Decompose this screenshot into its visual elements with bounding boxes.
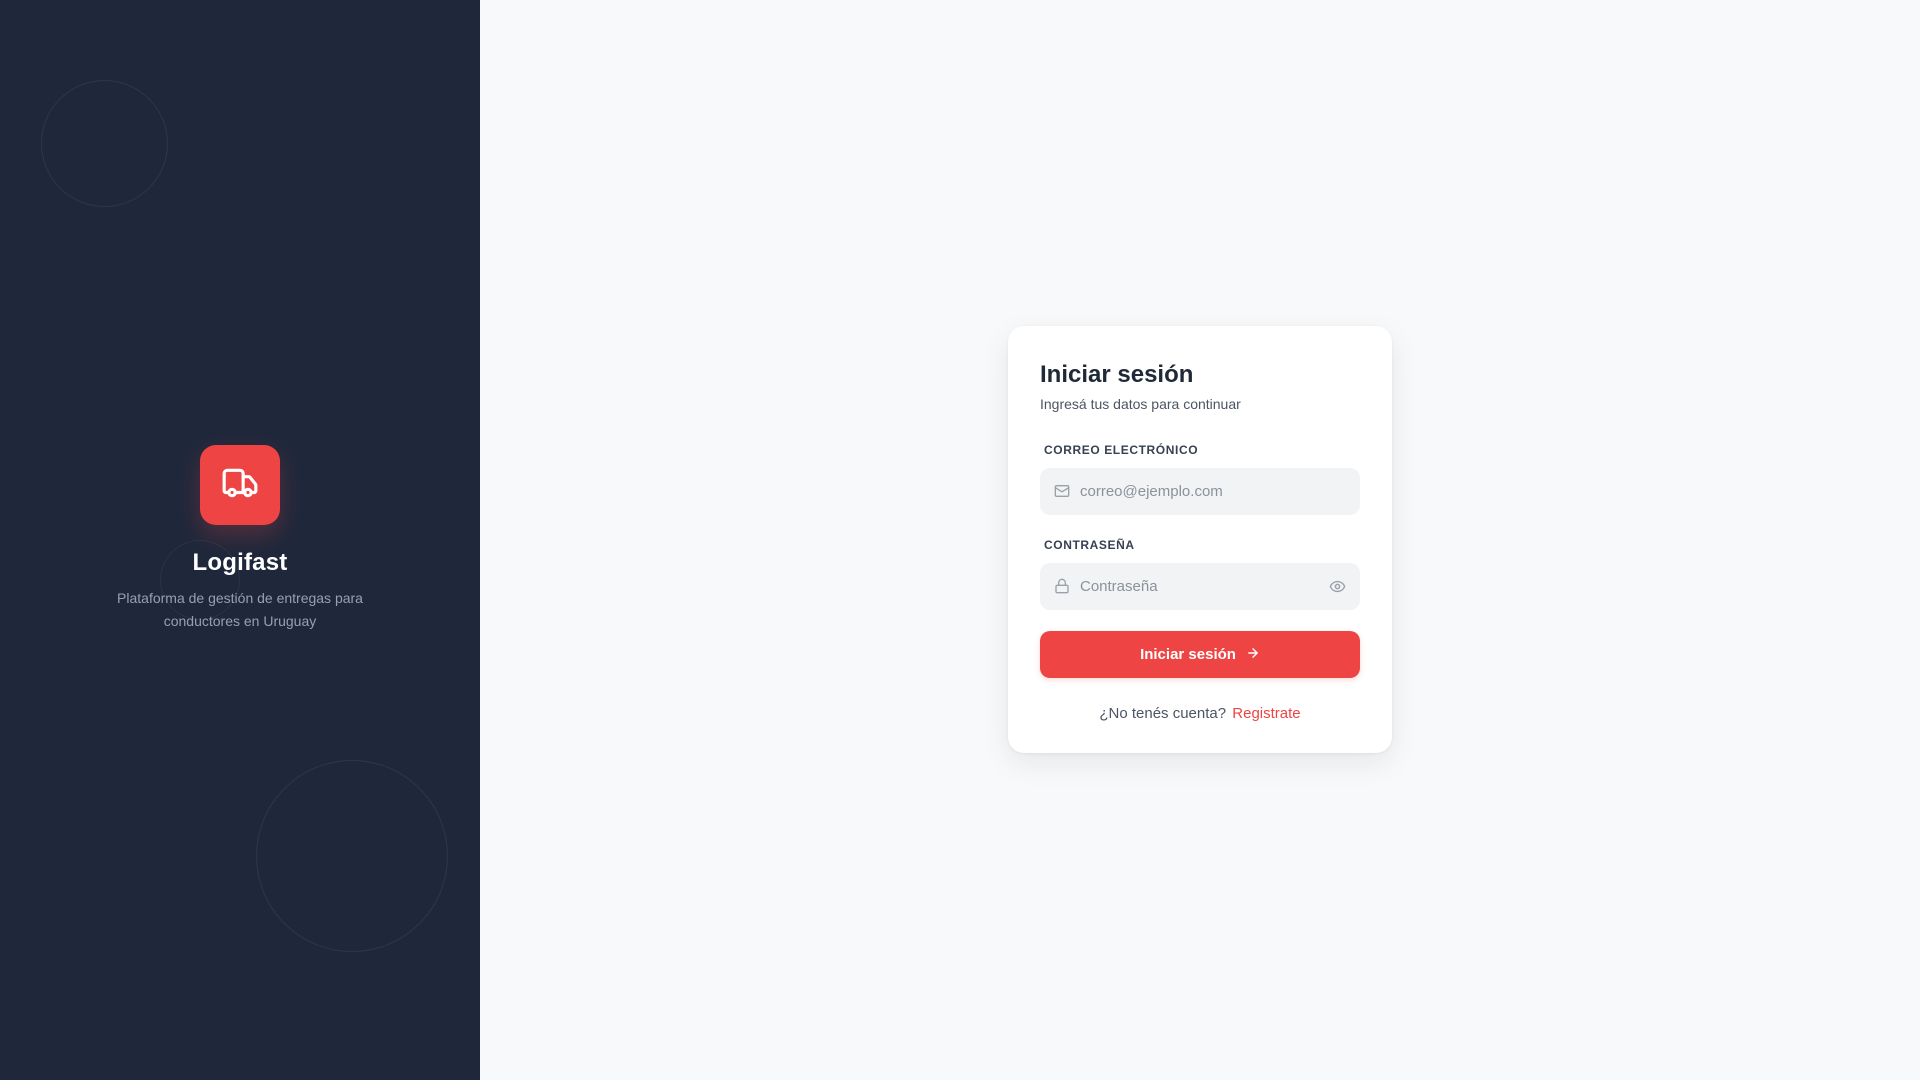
truck-icon: [221, 464, 259, 507]
brand-logo: [200, 445, 280, 525]
email-field-wrapper: [1040, 468, 1360, 515]
brand-name: Logifast: [192, 549, 288, 576]
password-field[interactable]: [1040, 563, 1360, 610]
no-account-text: ¿No tenés cuenta?: [1099, 705, 1227, 722]
register-link[interactable]: Registrate: [1232, 705, 1300, 722]
password-field-wrapper: [1040, 563, 1360, 610]
brand-block: Logifast Plataforma de gestión de entreg…: [0, 445, 480, 633]
brand-tagline: Plataforma de gestión de entregas para c…: [117, 590, 363, 629]
brand-panel: Logifast Plataforma de gestión de entreg…: [0, 0, 480, 1080]
password-label: CONTRASEÑA: [1044, 538, 1135, 552]
eye-icon[interactable]: [1328, 577, 1346, 595]
email-label: CORREO ELECTRÓNICO: [1044, 443, 1199, 457]
login-page: Logifast Plataforma de gestión de entreg…: [0, 0, 1920, 1080]
email-field[interactable]: [1040, 468, 1360, 515]
main-content: Iniciar sesión Ingresá tus datos para co…: [480, 0, 1920, 1080]
decorative-circle-top: [41, 80, 168, 207]
login-card: Iniciar sesión Ingresá tus datos para co…: [1008, 326, 1392, 753]
login-title: Iniciar sesión: [1040, 361, 1194, 388]
login-button-label: Iniciar sesión: [1140, 646, 1236, 663]
decorative-circle-bottom: [256, 760, 448, 952]
login-button[interactable]: Iniciar sesión: [1040, 631, 1360, 678]
arrow-right-icon: [1246, 646, 1260, 664]
login-subtitle: Ingresá tus datos para continuar: [1040, 396, 1241, 412]
register-prompt: ¿No tenés cuenta? Registrate: [1040, 705, 1360, 722]
